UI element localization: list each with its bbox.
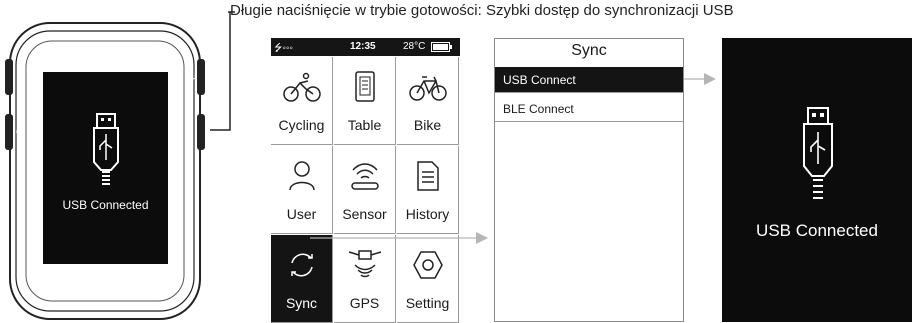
svg-text:↻: ↻ bbox=[189, 72, 197, 82]
menu-item-label: Setting bbox=[405, 295, 450, 311]
usb-icon bbox=[92, 113, 119, 185]
menu-item-user[interactable]: User bbox=[271, 146, 333, 234]
menu-item-label: User bbox=[286, 206, 317, 222]
cycling-icon bbox=[282, 72, 321, 102]
menu-item-bike[interactable]: Bike bbox=[397, 57, 459, 145]
callout-leader-line bbox=[210, 11, 235, 131]
menu-item-gps[interactable]: GPS bbox=[334, 235, 396, 323]
callout-text: Długie naciśnięcie w trybie gotowości: S… bbox=[230, 2, 734, 19]
svg-text:☼: ☼ bbox=[16, 72, 24, 82]
menu-item-sensor[interactable]: Sensor bbox=[334, 146, 396, 234]
setting-icon bbox=[412, 251, 443, 279]
device-screen-label: USB Connected bbox=[62, 198, 149, 212]
status-bar: ⭍◦◦◦ 12:35 28°C bbox=[271, 38, 460, 56]
battery-icon bbox=[431, 42, 452, 52]
menu-item-setting[interactable]: Setting bbox=[397, 235, 459, 323]
status-time: 12:35 bbox=[350, 41, 376, 52]
menu-item-label: GPS bbox=[349, 295, 380, 311]
signal-indicator: ⭍◦◦◦ bbox=[274, 43, 293, 54]
usb-icon bbox=[803, 107, 833, 199]
menu-item-history[interactable]: History bbox=[397, 146, 459, 234]
menu-item-label: Table bbox=[347, 117, 382, 133]
sync-icon bbox=[290, 253, 313, 277]
menu-grid: Cycling Table Bike User Sensor History S… bbox=[271, 57, 460, 323]
sensor-icon bbox=[350, 163, 379, 190]
usb-connect-item[interactable]: USB Connect bbox=[495, 67, 683, 93]
menu-item-label: Bike bbox=[413, 117, 442, 133]
gps-icon bbox=[348, 250, 381, 278]
arrow-sync-to-menu bbox=[310, 232, 488, 244]
device-screen: USB Connected bbox=[43, 72, 168, 264]
sync-menu-screen: Sync USB Connect BLE Connect bbox=[494, 38, 684, 322]
user-icon bbox=[288, 161, 315, 191]
status-temp: 28°C bbox=[403, 41, 426, 52]
menu-item-label: Cycling bbox=[278, 117, 325, 133]
table-icon bbox=[354, 71, 375, 102]
bike-icon bbox=[408, 76, 447, 101]
ble-connect-item[interactable]: BLE Connect bbox=[495, 96, 683, 122]
svg-text:Ⅱ: Ⅱ bbox=[189, 127, 193, 137]
menu-item-cycling[interactable]: Cycling bbox=[271, 57, 333, 145]
usb-connected-screen: USB Connected bbox=[722, 38, 912, 322]
result-label: USB Connected bbox=[756, 221, 878, 240]
main-menu-screen: ⭍◦◦◦ 12:35 28°C Cycling Table Bike User … bbox=[271, 38, 460, 323]
svg-text:⏻: ⏻ bbox=[16, 127, 23, 137]
sync-menu-title: Sync bbox=[571, 42, 607, 59]
menu-item-label: History bbox=[405, 206, 450, 222]
history-icon bbox=[416, 161, 439, 191]
menu-item-label: Sensor bbox=[342, 206, 387, 222]
menu-item-table[interactable]: Table bbox=[334, 57, 396, 145]
menu-item-label: Sync bbox=[285, 295, 318, 311]
menu-item-sync[interactable]: Sync bbox=[271, 235, 333, 323]
